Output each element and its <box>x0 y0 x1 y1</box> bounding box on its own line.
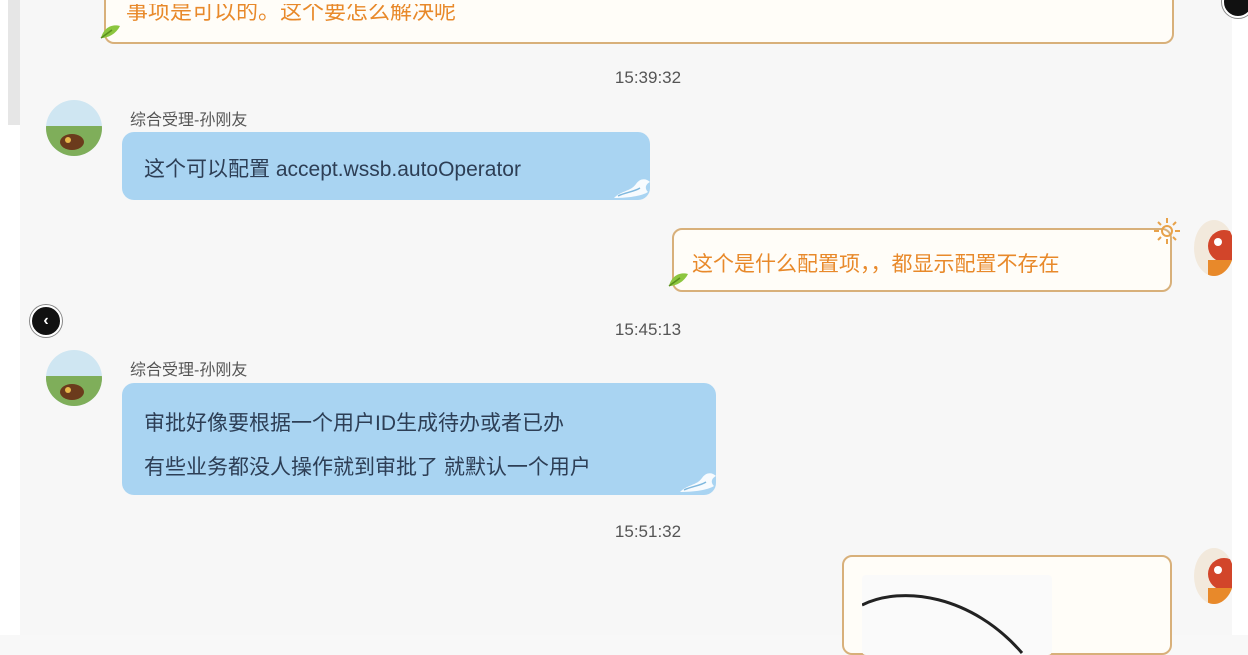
leaf-icon <box>668 273 688 287</box>
incoming-message: 这个可以配置 accept.wssb.autoOperator <box>122 132 650 200</box>
leaf-icon <box>100 25 120 39</box>
timestamp: 15:51:32 <box>614 522 682 541</box>
message-text-line: 审批好像要根据一个用户ID生成待办或者已办 <box>144 412 564 435</box>
outgoing-message: 这个是什么配置项，，都显示配置不存在 <box>672 228 1172 292</box>
message-text-line: 有些业务都没人操作就到审批了 就默认一个用户 <box>144 456 591 479</box>
outgoing-image-message[interactable] <box>842 555 1172 655</box>
message-text: 这个是什么配置项，，都显示配置不存在 <box>692 253 1060 276</box>
outgoing-message-partial: 事项是可以的。这个要怎么解决呢 <box>104 0 1174 44</box>
avatar[interactable] <box>46 100 102 156</box>
timestamp: 15:45:13 <box>614 320 682 339</box>
right-edge <box>1232 0 1248 635</box>
avatar[interactable] <box>46 350 102 406</box>
avatar[interactable] <box>1194 220 1234 276</box>
timestamp: 15:39:32 <box>614 68 682 87</box>
message-text: 事项是可以的。这个要怎么解决呢 <box>126 0 457 24</box>
incoming-message: 审批好像要根据一个用户ID生成待办或者已办 有些业务都没人操作就到审批了 就默认… <box>122 383 716 495</box>
chevron-left-icon[interactable]: ‹ <box>30 305 62 337</box>
sender-name: 综合受理-孙刚友 <box>130 362 248 379</box>
left-edge <box>0 0 20 635</box>
chat-area[interactable]: 事项是可以的。这个要怎么解决呢 15:39:32 综合受理-孙刚友 这个可以配置… <box>20 0 1234 655</box>
avatar[interactable] <box>1194 548 1234 604</box>
image-thumbnail[interactable] <box>862 575 1052 655</box>
wave-decoration-icon <box>614 179 650 198</box>
wave-decoration-icon <box>680 473 716 492</box>
message-text: 这个可以配置 accept.wssb.autoOperator <box>144 158 521 181</box>
sender-name: 综合受理-孙刚友 <box>130 112 248 129</box>
scroll-shade <box>8 0 20 125</box>
sun-icon <box>1154 218 1180 244</box>
